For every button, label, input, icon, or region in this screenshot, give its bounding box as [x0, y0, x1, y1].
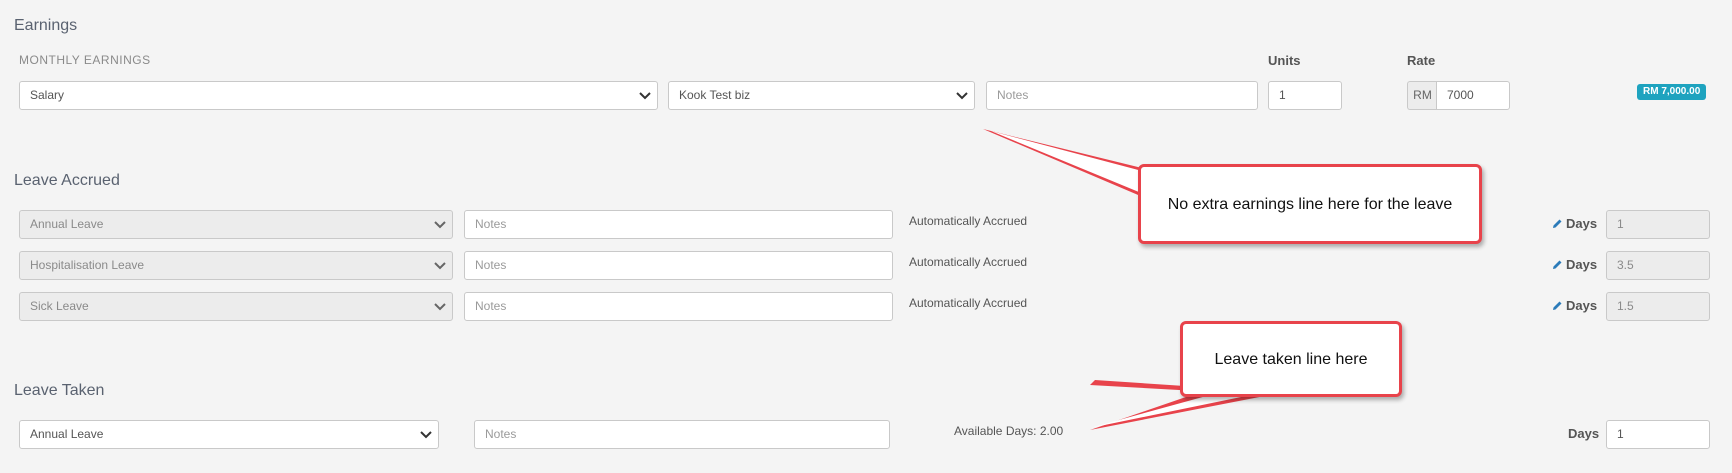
- pencil-icon[interactable]: [1552, 218, 1563, 229]
- taken-leave-type-value: Annual Leave: [30, 427, 104, 441]
- business-value: Kook Test biz: [679, 88, 751, 102]
- chevron-down-icon: [420, 431, 432, 439]
- accrued-days-input: 3.5: [1606, 251, 1710, 280]
- units-input[interactable]: 1: [1268, 81, 1342, 110]
- callout-leave-taken: Leave taken line here: [1180, 321, 1402, 397]
- days-label-text: Days: [1566, 257, 1598, 272]
- rate-column-label: Rate: [1407, 53, 1436, 68]
- pencil-icon[interactable]: [1552, 259, 1563, 270]
- rate-input[interactable]: 7000: [1436, 81, 1510, 110]
- callout-arrow-earnings: [983, 129, 1150, 200]
- taken-notes-input[interactable]: Notes: [474, 420, 890, 449]
- accrued-leave-type-value: Hospitalisation Leave: [30, 258, 145, 272]
- chevron-down-icon: [639, 92, 651, 100]
- earning-notes-input[interactable]: Notes: [986, 81, 1258, 110]
- pencil-icon[interactable]: [1552, 300, 1563, 311]
- leave-taken-title: Leave Taken: [14, 382, 105, 399]
- accrued-notes-input[interactable]: Notes: [464, 251, 893, 280]
- earning-type-select[interactable]: Salary: [19, 81, 658, 110]
- accrued-days-label: Days: [1552, 298, 1597, 313]
- accrued-days-label: Days: [1552, 257, 1597, 272]
- accrued-leave-type-select: Hospitalisation Leave: [19, 251, 453, 280]
- days-label-text: Days: [1566, 216, 1598, 231]
- available-days-text: Available Days: 2.00: [954, 424, 1064, 438]
- accrued-notes-input[interactable]: Notes: [464, 292, 893, 321]
- accrued-notes-input[interactable]: Notes: [464, 210, 893, 239]
- accrued-status: Automatically Accrued: [909, 255, 1028, 269]
- accrued-days-input: 1: [1606, 210, 1710, 239]
- currency-addon: RM: [1407, 81, 1437, 110]
- accrued-status: Automatically Accrued: [909, 214, 1028, 228]
- accrued-leave-type-value: Sick Leave: [30, 299, 89, 313]
- monthly-earnings-label: MONTHLY EARNINGS: [19, 53, 151, 67]
- callout-no-extra-earnings: No extra earnings line here for the leav…: [1138, 164, 1482, 244]
- taken-days-input[interactable]: 1: [1606, 420, 1710, 449]
- accrued-days-label: Days: [1552, 216, 1597, 231]
- accrued-days-input: 1.5: [1606, 292, 1710, 321]
- chevron-down-icon: [434, 262, 446, 270]
- taken-days-label: Days: [1568, 426, 1600, 441]
- earnings-total-badge: RM 7,000.00: [1637, 84, 1707, 100]
- taken-leave-type-select[interactable]: Annual Leave: [19, 420, 439, 449]
- business-select[interactable]: Kook Test biz: [668, 81, 975, 110]
- accrued-leave-type-select: Sick Leave: [19, 292, 453, 321]
- chevron-down-icon: [434, 303, 446, 311]
- chevron-down-icon: [956, 92, 968, 100]
- days-label-text: Days: [1566, 298, 1598, 313]
- leave-accrued-title: Leave Accrued: [14, 172, 120, 189]
- chevron-down-icon: [434, 221, 446, 229]
- accrued-status: Automatically Accrued: [909, 296, 1028, 310]
- accrued-leave-type-value: Annual Leave: [30, 217, 104, 231]
- earning-type-value: Salary: [30, 88, 65, 102]
- units-column-label: Units: [1268, 53, 1301, 68]
- accrued-leave-type-select: Annual Leave: [19, 210, 453, 239]
- earnings-title: Earnings: [14, 17, 78, 34]
